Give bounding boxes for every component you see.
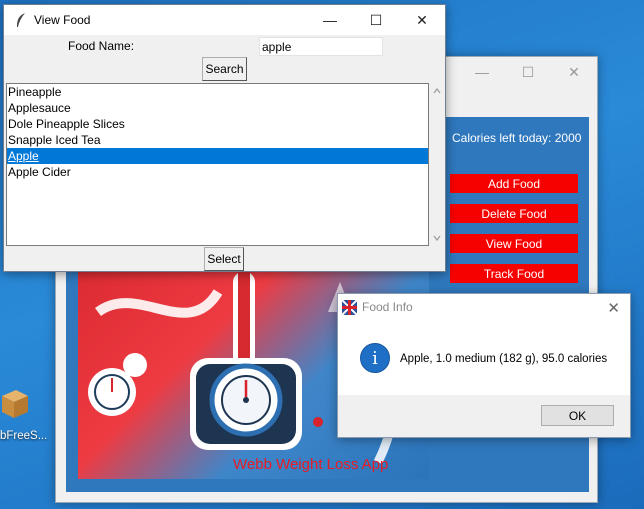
dialog-footer: OK [338,395,630,437]
list-item[interactable]: Pineapple [7,84,428,100]
view-food-button[interactable]: View Food [450,234,578,253]
list-item[interactable]: Dole Pineapple Slices [7,116,428,132]
view-food-titlebar[interactable]: View Food — ☐ ✕ [4,5,445,35]
track-food-button[interactable]: Track Food [450,264,578,283]
maximize-icon[interactable]: ☐ [505,57,551,87]
list-item[interactable]: Applesauce [7,100,428,116]
app-flag-icon [342,300,357,315]
poster-caption: Webb Weight Loss App [233,456,389,473]
food-info-dialog: Food Info ✕ i Apple, 1.0 medium (182 g),… [337,293,631,438]
dialog-title: Food Info [362,300,413,314]
select-button[interactable]: Select [204,247,244,271]
window-title: View Food [34,13,91,27]
view-food-window: View Food — ☐ ✕ Food Name: Search Pineap… [3,4,446,272]
scroll-up-icon[interactable] [432,86,442,96]
scroll-down-icon[interactable] [432,233,442,243]
calories-left-label: Calories left today: 2000 [452,131,582,145]
list-item[interactable]: Snapple Iced Tea [7,132,428,148]
delete-food-button[interactable]: Delete Food [450,204,578,223]
minimize-icon[interactable]: — [307,5,353,35]
feather-icon [17,13,25,27]
maximize-icon[interactable]: ☐ [353,5,399,35]
food-name-input[interactable] [259,37,383,56]
main-window-controls: — ☐ ✕ [459,57,597,87]
package-icon [2,390,28,418]
food-results-list[interactable]: Pineapple Applesauce Dole Pineapple Slic… [6,83,429,246]
desktop-icon-label: bFreeS... [0,430,48,442]
list-item[interactable]: Apple Cider [7,164,428,180]
view-food-window-controls: — ☐ ✕ [307,5,445,35]
list-item-selected[interactable]: Apple [7,148,428,164]
ok-button[interactable]: OK [541,405,614,426]
search-button[interactable]: Search [202,57,247,81]
desktop-file-icon[interactable]: bFreeS... [0,382,48,452]
close-icon[interactable]: ✕ [551,57,597,87]
food-name-label: Food Name: [68,39,135,53]
food-info-titlebar[interactable]: Food Info ✕ [338,294,630,322]
close-icon[interactable]: ✕ [399,5,445,35]
minimize-icon[interactable]: — [459,57,505,87]
add-food-button[interactable]: Add Food [450,174,578,193]
info-icon: i [360,343,390,373]
list-scrollbar[interactable] [429,83,445,246]
food-info-message: Apple, 1.0 medium (182 g), 95.0 calories [400,353,608,365]
close-icon[interactable]: ✕ [607,299,620,317]
